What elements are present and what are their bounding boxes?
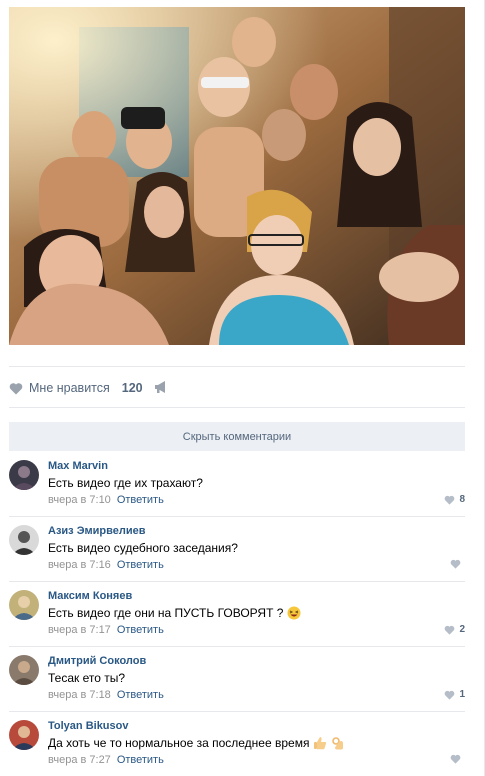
comment-item: Максим Коняев Есть видео где они на ПУСТ… bbox=[9, 582, 465, 647]
comment-time[interactable]: вчера в 7:18 bbox=[48, 689, 111, 701]
comment-item: Дмитрий Соколов Тесак ето ты? вчера в 7:… bbox=[9, 647, 465, 712]
reply-button[interactable]: Ответить bbox=[117, 494, 164, 506]
comment-author[interactable]: Дмитрий Соколов bbox=[48, 655, 146, 667]
post-card: Мне нравится 120 Скрыть комментарии Max … bbox=[0, 0, 485, 776]
comment-meta: вчера в 7:27 Ответить bbox=[48, 754, 164, 766]
comment-like-button[interactable] bbox=[450, 754, 465, 764]
reply-button[interactable]: Ответить bbox=[117, 754, 164, 766]
avatar[interactable] bbox=[9, 460, 39, 490]
comments-list: Max Marvin Есть видео где их трахают? вч… bbox=[9, 452, 465, 776]
heart-icon bbox=[450, 559, 461, 569]
comment-text-body: Тесак ето ты? bbox=[48, 671, 126, 685]
comment-text: Есть видео где их трахают? bbox=[48, 476, 203, 490]
comment-time[interactable]: вчера в 7:17 bbox=[48, 624, 111, 636]
reply-button[interactable]: Ответить bbox=[117, 624, 164, 636]
like-button[interactable]: Мне нравится 120 bbox=[9, 380, 143, 396]
comment-text-body: Есть видео где они на ПУСТЬ ГОВОРЯТ ? bbox=[48, 606, 284, 620]
heart-icon bbox=[445, 690, 455, 700]
heart-icon bbox=[445, 495, 455, 505]
comment-author[interactable]: Tolyan Bikusov bbox=[48, 720, 128, 732]
share-button[interactable] bbox=[154, 380, 168, 394]
avatar[interactable] bbox=[9, 525, 39, 555]
laughing-emoji-icon bbox=[287, 606, 301, 620]
megaphone-icon bbox=[155, 381, 165, 393]
comment-text: Есть видео судебного заседания? bbox=[48, 541, 238, 555]
comment-text-body: Да хоть че то нормальное за последнее вр… bbox=[48, 736, 310, 750]
comment-text-body: Есть видео где их трахают? bbox=[48, 476, 203, 490]
avatar[interactable] bbox=[9, 655, 39, 685]
post-photo[interactable] bbox=[9, 7, 465, 345]
comment-item: Tolyan Bikusov Да хоть че то нормальное … bbox=[9, 712, 465, 776]
heart-icon bbox=[445, 625, 455, 635]
avatar[interactable] bbox=[9, 590, 39, 620]
comment-text: Тесак ето ты? bbox=[48, 671, 125, 685]
comment-text: Да хоть че то нормальное за последнее вр… bbox=[48, 736, 345, 750]
comment-item: Азиз Эмирвелиев Есть видео судебного зас… bbox=[9, 517, 465, 582]
comment-time[interactable]: вчера в 7:16 bbox=[48, 559, 111, 571]
comment-like-count: 2 bbox=[459, 624, 465, 635]
comment-meta: вчера в 7:18 Ответить bbox=[48, 689, 164, 701]
like-label: Мне нравится bbox=[29, 381, 110, 395]
comment-meta: вчера в 7:16 Ответить bbox=[48, 559, 164, 571]
thumbs-up-emoji-icon bbox=[314, 737, 327, 750]
reply-button[interactable]: Ответить bbox=[117, 689, 164, 701]
comment-meta: вчера в 7:10 Ответить bbox=[48, 494, 164, 506]
avatar[interactable] bbox=[9, 720, 39, 750]
comment-item: Max Marvin Есть видео где их трахают? вч… bbox=[9, 452, 465, 517]
comment-like-button[interactable]: 1 bbox=[444, 689, 465, 700]
comment-meta: вчера в 7:17 Ответить bbox=[48, 624, 164, 636]
heart-icon bbox=[450, 754, 461, 764]
comment-like-count: 1 bbox=[459, 689, 465, 700]
comment-author[interactable]: Максим Коняев bbox=[48, 590, 132, 602]
comment-like-button[interactable]: 2 bbox=[444, 624, 465, 635]
comment-text: Есть видео где они на ПУСТЬ ГОВОРЯТ ? bbox=[48, 606, 301, 620]
comment-author[interactable]: Азиз Эмирвелиев bbox=[48, 525, 146, 537]
like-count: 120 bbox=[121, 381, 143, 395]
comment-text-body: Есть видео судебного заседания? bbox=[48, 541, 238, 555]
post-actions-bar: Мне нравится 120 bbox=[9, 366, 465, 408]
ok-hand-emoji-icon bbox=[332, 737, 344, 750]
heart-icon bbox=[9, 382, 23, 394]
hide-comments-button[interactable]: Скрыть комментарии bbox=[9, 422, 465, 451]
comment-like-count: 8 bbox=[459, 494, 465, 505]
reply-button[interactable]: Ответить bbox=[117, 559, 164, 571]
comment-time[interactable]: вчера в 7:27 bbox=[48, 754, 111, 766]
comment-author[interactable]: Max Marvin bbox=[48, 460, 108, 472]
comment-time[interactable]: вчера в 7:10 bbox=[48, 494, 111, 506]
comment-like-button[interactable]: 8 bbox=[444, 494, 465, 505]
comment-like-button[interactable] bbox=[450, 559, 465, 569]
